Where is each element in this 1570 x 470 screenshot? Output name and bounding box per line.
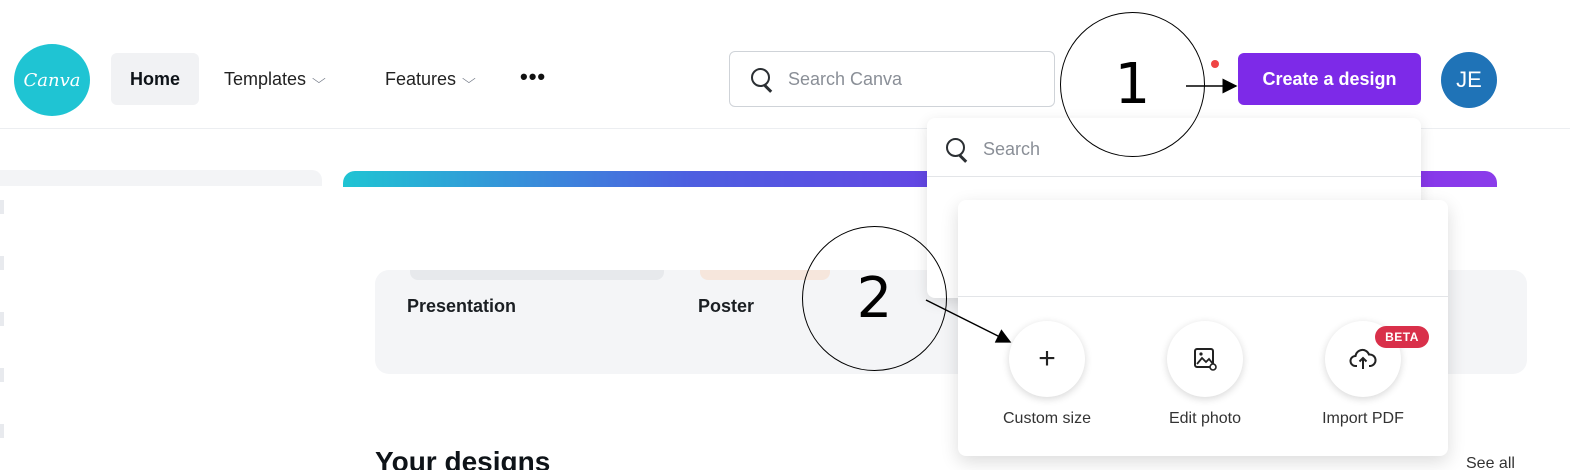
arrow-step-2 [925,299,1012,343]
annotation-arrows [925,78,1238,343]
